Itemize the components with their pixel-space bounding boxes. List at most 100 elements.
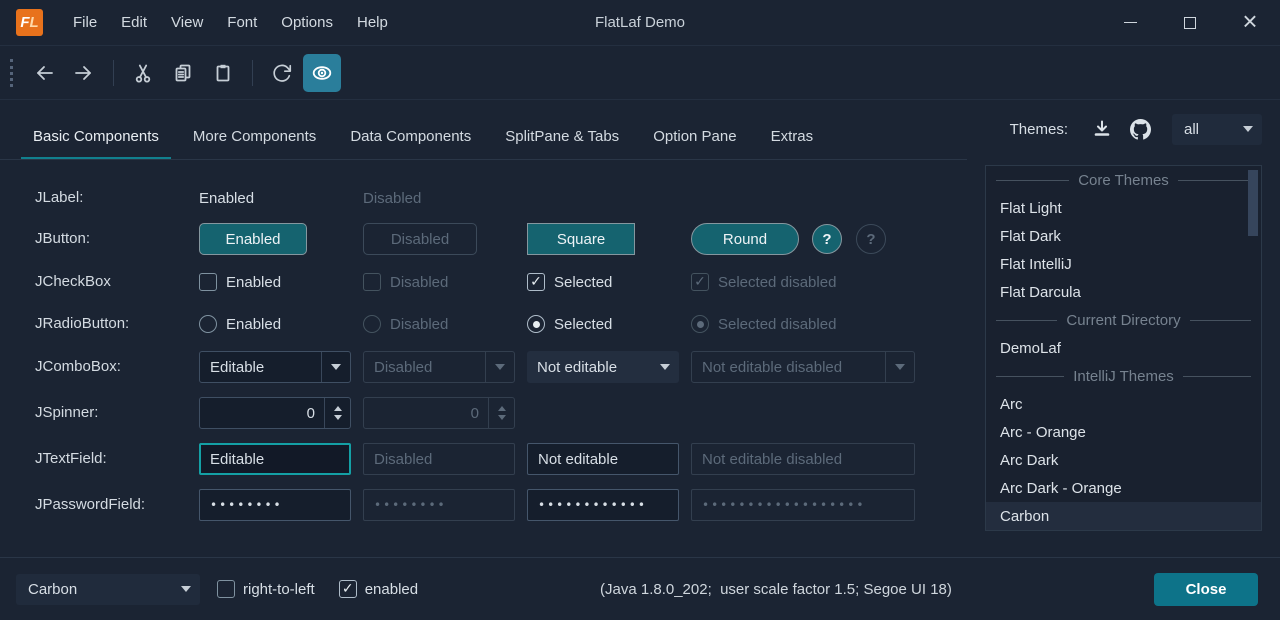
combo-arrow-button[interactable]	[650, 351, 679, 383]
copy-icon	[172, 62, 194, 84]
app-logo-icon: FL	[16, 9, 43, 36]
spinner-enabled[interactable]: 0	[199, 397, 351, 429]
combobox-editable[interactable]: Editable	[199, 351, 351, 383]
theme-item-flat-darcula[interactable]: Flat Darcula	[986, 278, 1261, 306]
tab-option-pane[interactable]: Option Pane	[641, 128, 748, 160]
passwordfield-not-editable-disabled: ••••••••••••••••••	[691, 489, 915, 521]
show-toggle-button[interactable]	[303, 54, 341, 92]
window-controls: ×	[1100, 0, 1280, 45]
enabled-label: enabled	[365, 581, 418, 598]
spinner-buttons[interactable]	[324, 398, 350, 428]
jpasswordfield-row-label: JPasswordField:	[35, 489, 145, 521]
theme-item-demolaf[interactable]: DemoLaf	[986, 334, 1261, 362]
menu-font[interactable]: Font	[215, 0, 269, 45]
menu-options[interactable]: Options	[269, 0, 345, 45]
combo-arrow-button[interactable]	[321, 352, 350, 382]
radio-disabled: Disabled	[363, 308, 515, 340]
right-to-left-checkbox[interactable]: right-to-left	[217, 580, 315, 598]
combobox-disabled-value: Disabled	[364, 352, 485, 382]
tab-more-components[interactable]: More Components	[181, 128, 328, 160]
checkbox-selected-disabled: ✓Selected disabled	[691, 266, 915, 298]
combobox-disabled: Disabled	[363, 351, 515, 383]
radio-selected[interactable]: Selected	[527, 308, 679, 340]
enabled-checkbox[interactable]: ✓ enabled	[339, 580, 418, 598]
github-button[interactable]	[1124, 113, 1156, 145]
checkbox-selected-disabled-label: Selected disabled	[718, 274, 836, 291]
radio-icon	[363, 315, 381, 333]
disabled-button: Disabled	[363, 223, 477, 255]
titlebar: FL File Edit View Font Options Help Flat…	[0, 0, 1280, 46]
maximize-icon	[1184, 17, 1196, 29]
theme-filter-combobox[interactable]: all	[1172, 114, 1262, 145]
theme-item-arc-dark[interactable]: Arc Dark	[986, 446, 1261, 474]
theme-item-arc-orange[interactable]: Arc - Orange	[986, 418, 1261, 446]
tab-extras[interactable]: Extras	[759, 128, 826, 160]
help-button[interactable]: ?	[812, 224, 842, 254]
passwordfield-editable[interactable]: ••••••••	[199, 489, 351, 521]
theme-item-flat-intellij[interactable]: Flat IntelliJ	[986, 250, 1261, 278]
menu-edit[interactable]: Edit	[109, 0, 159, 45]
menu-view[interactable]: View	[159, 0, 215, 45]
spinner-down-icon	[498, 415, 506, 420]
close-button[interactable]: Close	[1154, 573, 1258, 606]
tab-splitpane-tabs[interactable]: SplitPane & Tabs	[493, 128, 631, 160]
jcombobox-row-label: JComboBox:	[35, 351, 121, 383]
menu-file[interactable]: File	[61, 0, 109, 45]
theme-item-arc-dark-orange[interactable]: Arc Dark - Orange	[986, 474, 1261, 502]
spinner-value[interactable]: 0	[200, 398, 324, 428]
theme-item-arc[interactable]: Arc	[986, 390, 1261, 418]
forward-button[interactable]	[65, 54, 103, 92]
maximize-button[interactable]	[1160, 0, 1220, 45]
passwordfield-not-editable[interactable]: ••••••••••••	[527, 489, 679, 521]
jcheckbox-row-label: JCheckBox	[35, 266, 111, 298]
round-button[interactable]: Round	[691, 223, 799, 255]
back-button[interactable]	[25, 54, 63, 92]
logo-letter-l: L	[30, 14, 39, 31]
checkbox-disabled-label: Disabled	[390, 274, 448, 291]
radio-selected-label: Selected	[554, 316, 612, 333]
close-window-button[interactable]: ×	[1220, 0, 1280, 45]
textfield-not-editable[interactable]: Not editable	[527, 443, 679, 475]
theme-item-flat-dark[interactable]: Flat Dark	[986, 222, 1261, 250]
spinner-disabled-value: 0	[364, 398, 488, 428]
tab-data-components[interactable]: Data Components	[338, 128, 483, 160]
paste-button[interactable]	[204, 54, 242, 92]
combobox-not-editable[interactable]: Not editable	[527, 351, 679, 383]
separator-label: IntelliJ Themes	[1073, 368, 1174, 385]
radio-disabled-label: Disabled	[390, 316, 448, 333]
refresh-button[interactable]	[263, 54, 301, 92]
label-disabled: Disabled	[363, 190, 421, 207]
app-window: FL File Edit View Font Options Help Flat…	[0, 0, 1280, 620]
label-enabled: Enabled	[199, 190, 254, 207]
paste-icon	[212, 62, 234, 84]
cut-button[interactable]	[124, 54, 162, 92]
scrollbar-thumb[interactable]	[1248, 170, 1258, 236]
theme-separator-current-directory: Current Directory	[986, 306, 1261, 334]
toolbar-grip[interactable]	[10, 59, 14, 87]
forward-icon	[73, 62, 95, 84]
checkbox-checked-icon: ✓	[527, 273, 545, 291]
checkbox-selected[interactable]: ✓Selected	[527, 266, 679, 298]
checkbox-icon	[363, 273, 381, 291]
statusbar: Carbon right-to-left ✓ enabled (Java 1.8…	[0, 557, 1280, 620]
laf-combobox-value: Carbon	[16, 581, 172, 598]
checkbox-enabled[interactable]: Enabled	[199, 266, 351, 298]
menubar: File Edit View Font Options Help	[61, 0, 400, 45]
theme-item-carbon[interactable]: Carbon	[986, 502, 1261, 530]
copy-button[interactable]	[164, 54, 202, 92]
checkbox-icon	[199, 273, 217, 291]
separator-label: Current Directory	[1066, 312, 1180, 329]
minimize-button[interactable]	[1100, 0, 1160, 45]
radio-enabled[interactable]: Enabled	[199, 308, 351, 340]
laf-combobox[interactable]: Carbon	[16, 574, 200, 605]
square-button[interactable]: Square	[527, 223, 635, 255]
textfield-editable[interactable]: Editable	[199, 443, 351, 475]
checkbox-enabled-label: Enabled	[226, 274, 281, 291]
download-themes-button[interactable]	[1086, 113, 1118, 145]
chevron-down-icon	[495, 364, 505, 370]
theme-item-flat-light[interactable]: Flat Light	[986, 194, 1261, 222]
menu-help[interactable]: Help	[345, 0, 400, 45]
tab-basic-components[interactable]: Basic Components	[21, 128, 171, 160]
enabled-button[interactable]: Enabled	[199, 223, 307, 255]
combobox-not-editable-disabled: Not editable disabled	[691, 351, 915, 383]
